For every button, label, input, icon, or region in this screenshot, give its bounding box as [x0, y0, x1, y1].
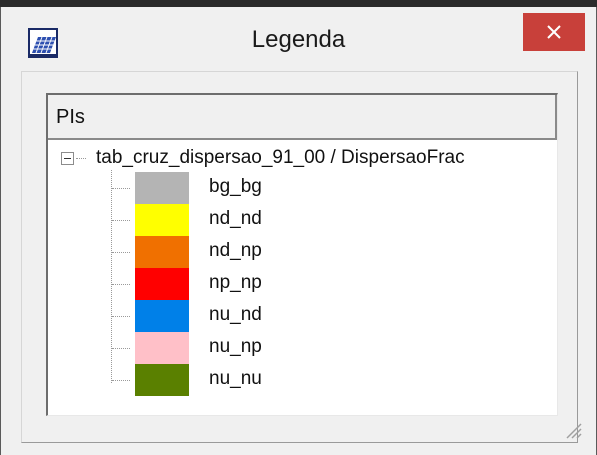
legend-item[interactable]: np_np	[48, 268, 557, 300]
collapse-toggle[interactable]	[61, 152, 74, 165]
legend-item[interactable]: nu_nd	[48, 300, 557, 332]
color-swatch	[135, 268, 189, 300]
legend-item-label: nd_np	[209, 240, 262, 261]
tree-root-label: tab_cruz_dispersao_91_00 / DispersaoFrac	[96, 147, 465, 168]
column-header-label: PIs	[56, 106, 85, 128]
close-button[interactable]	[523, 13, 585, 51]
tree-connector	[112, 284, 130, 285]
legend-item[interactable]: nd_nd	[48, 204, 557, 236]
legend-item[interactable]: bg_bg	[48, 172, 557, 204]
tree-connector	[112, 252, 130, 253]
legend-item-label: nu_np	[209, 336, 262, 357]
legend-item[interactable]: nd_np	[48, 236, 557, 268]
legend-item-label: nu_nu	[209, 368, 262, 389]
column-header[interactable]: PIs	[48, 95, 557, 140]
resize-grip-icon[interactable]	[561, 418, 583, 440]
tree-connector	[76, 158, 86, 159]
legend-item-label: bg_bg	[209, 176, 262, 197]
color-swatch	[135, 172, 189, 204]
title-bar[interactable]: Legenda	[1, 7, 596, 70]
color-swatch	[135, 364, 189, 396]
legend-tree[interactable]: PIs tab_cruz_dispersao_91_00 / Dispersao…	[46, 93, 558, 416]
tree-root-node[interactable]: tab_cruz_dispersao_91_00 / DispersaoFrac	[48, 147, 557, 171]
color-swatch	[135, 332, 189, 364]
tree-connector	[112, 348, 130, 349]
tree-connector	[112, 188, 130, 189]
tree-connector	[112, 220, 130, 221]
tree-connector	[112, 316, 130, 317]
tree-connector	[112, 380, 130, 381]
close-icon	[547, 25, 561, 39]
legend-item[interactable]: nu_nu	[48, 364, 557, 396]
legend-item-label: np_np	[209, 272, 262, 293]
legend-item-label: nu_nd	[209, 304, 262, 325]
window-title: Legenda	[251, 26, 346, 53]
color-swatch	[135, 300, 189, 332]
color-swatch	[135, 236, 189, 268]
color-swatch	[135, 204, 189, 236]
legend-item-label: nd_nd	[209, 208, 262, 229]
legend-item[interactable]: nu_np	[48, 332, 557, 364]
